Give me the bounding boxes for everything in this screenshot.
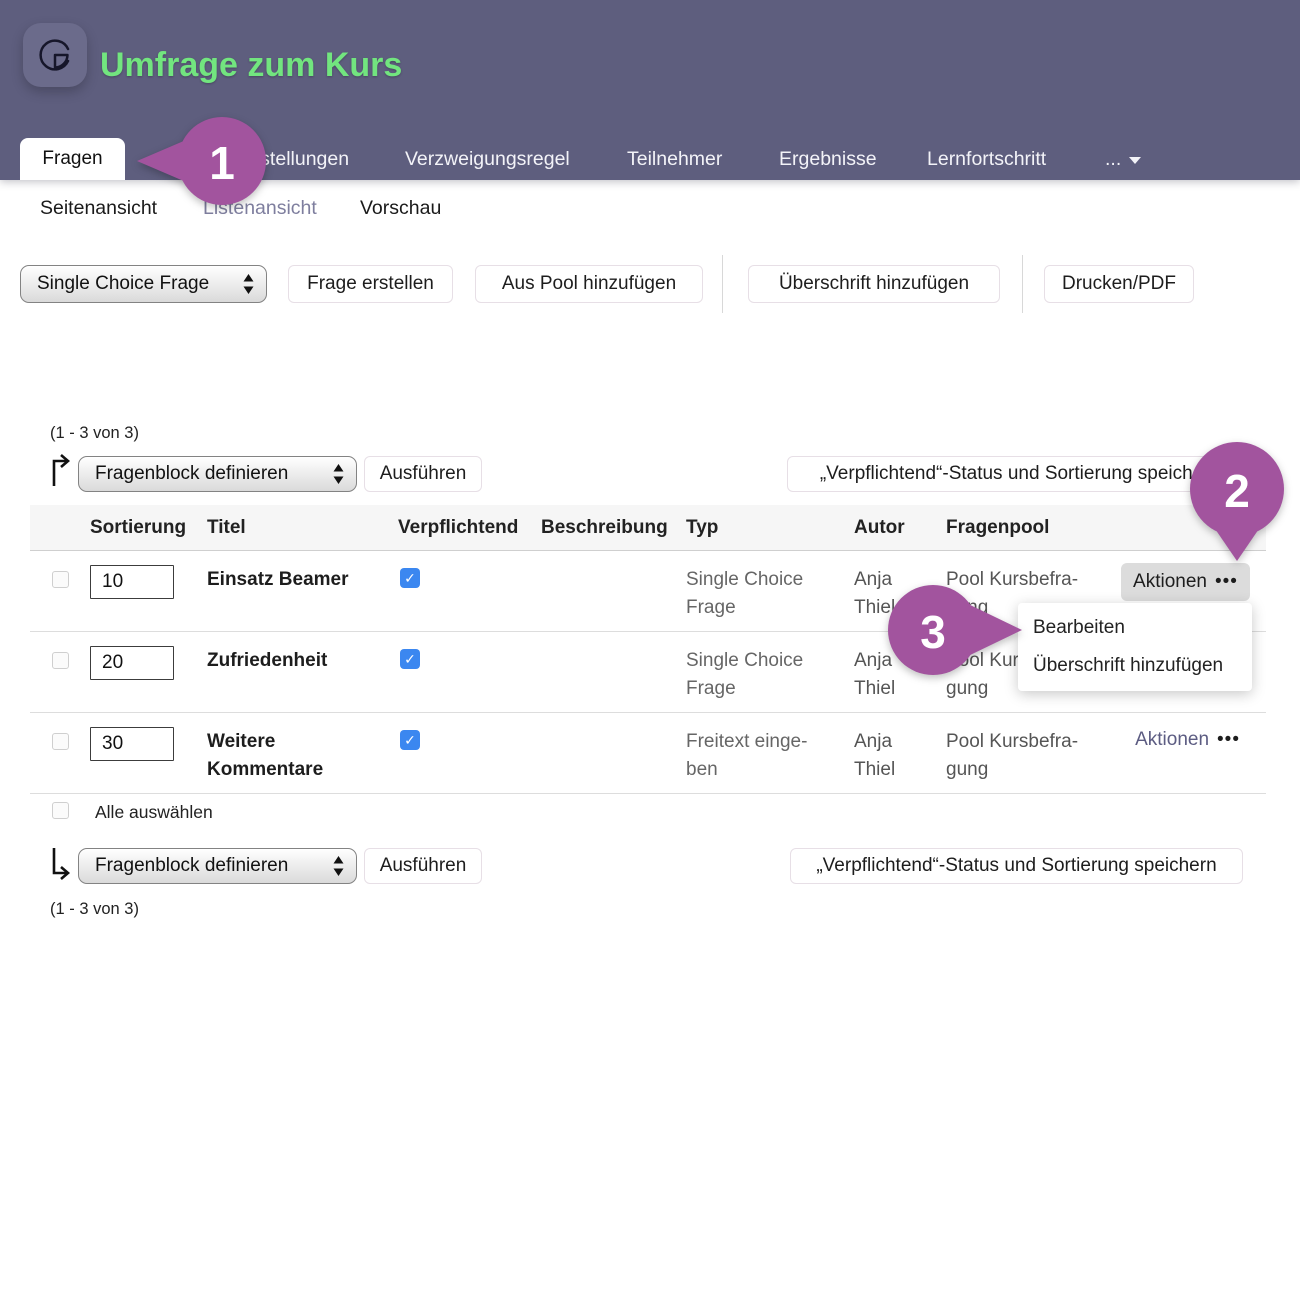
column-header-fragenpool: Fragenpool: [946, 517, 1121, 539]
add-heading-button[interactable]: Überschrift hinzufügen: [748, 265, 1000, 303]
actions-button-active[interactable]: Aktionen: [1121, 563, 1250, 601]
question-pool: Pool Kursbefra­gung: [946, 713, 1121, 784]
save-status-button-top[interactable]: „Verpflichtend“-Status und Sortierung sp…: [787, 456, 1253, 492]
toolbar-divider: [722, 255, 723, 313]
select-all-checkbox[interactable]: [52, 802, 69, 819]
tab-teilnehmer[interactable]: Teilnehmer: [627, 138, 722, 180]
select-arrows-icon: [333, 463, 344, 485]
column-header-typ: Typ: [686, 517, 854, 539]
svg-text:1: 1: [209, 137, 235, 189]
column-header-beschreibung: Beschreibung: [541, 517, 686, 539]
add-from-pool-button[interactable]: Aus Pool hinzufügen: [475, 265, 703, 303]
course-logo-icon: [32, 32, 78, 78]
tab-lernfortschritt[interactable]: Lernfortschritt: [927, 138, 1046, 180]
column-header-verpflichtend: Verpflichtend: [398, 517, 541, 539]
menu-item-ueberschrift-hinzufuegen[interactable]: Überschrift hinzufügen: [1018, 647, 1252, 685]
callout-3: 3: [886, 583, 1026, 679]
svg-text:2: 2: [1224, 465, 1250, 517]
column-header-sortierung: Sortierung: [84, 517, 207, 539]
save-status-button-bottom[interactable]: „Verpflichtend“-Status und Sortierung sp…: [790, 848, 1243, 884]
execute-button-top[interactable]: Ausführen: [364, 456, 482, 492]
actions-link[interactable]: Aktionen: [1135, 729, 1240, 751]
question-type-select[interactable]: Single Choice Frage: [20, 265, 267, 303]
ellipsis-icon: [1217, 729, 1240, 751]
batch-action-select-bottom[interactable]: Fragenblock definieren: [78, 848, 357, 884]
paging-info-top: (1 - 3 von 3): [50, 424, 139, 443]
batch-action-select-top[interactable]: Fragenblock definieren: [78, 456, 357, 492]
batch-arrow-down-icon: [48, 846, 74, 880]
question-title: Einsatz Beamer: [207, 551, 398, 594]
actions-context-menu: Bearbeiten Überschrift hinzufügen: [1018, 603, 1252, 691]
sort-input[interactable]: [90, 646, 174, 680]
mandatory-checkbox[interactable]: [400, 568, 420, 588]
app-logo: [23, 23, 87, 87]
ellipsis-icon: [1215, 571, 1238, 593]
print-pdf-button[interactable]: Drucken/PDF: [1044, 265, 1194, 303]
toolbar-divider: [1022, 255, 1023, 313]
select-arrows-icon: [333, 855, 344, 877]
row-select-checkbox[interactable]: [52, 652, 69, 669]
question-title: Zufriedenheit: [207, 632, 398, 675]
question-author: Anja Thiel: [854, 713, 946, 784]
menu-item-bearbeiten[interactable]: Bearbeiten: [1018, 609, 1252, 647]
question-type: Single Choice Frage: [686, 551, 854, 622]
execute-button-bottom[interactable]: Ausführen: [364, 848, 482, 884]
paging-info-bottom: (1 - 3 von 3): [50, 900, 139, 919]
question-type: Freitext einge­ben: [686, 713, 854, 784]
mandatory-checkbox[interactable]: [400, 730, 420, 750]
sort-input[interactable]: [90, 565, 174, 599]
row-select-checkbox[interactable]: [52, 571, 69, 588]
callout-1: 1: [130, 110, 270, 214]
tab-verzweigungsregel[interactable]: Verzweigungsregel: [405, 138, 570, 180]
chevron-down-icon: [1129, 157, 1141, 164]
tab-fragen[interactable]: Fragen: [20, 138, 125, 180]
row-select-checkbox[interactable]: [52, 733, 69, 750]
mandatory-checkbox[interactable]: [400, 649, 420, 669]
question-type: Single Choice Frage: [686, 632, 854, 703]
table-row: Weitere Kommen­tare Freitext einge­ben A…: [30, 713, 1266, 794]
column-header-titel: Titel: [207, 517, 398, 539]
sort-input[interactable]: [90, 727, 174, 761]
tab-more[interactable]: ...: [1105, 138, 1141, 180]
tab-ergebnisse[interactable]: Ergebnisse: [779, 138, 877, 180]
subtab-vorschau[interactable]: Vorschau: [360, 194, 441, 222]
svg-text:3: 3: [920, 606, 946, 658]
page-title: Umfrage zum Kurs: [100, 46, 402, 85]
batch-arrow-up-icon: [48, 454, 74, 488]
create-question-button[interactable]: Frage erstellen: [288, 265, 453, 303]
select-arrows-icon: [243, 273, 254, 295]
table-header-row: Sortierung Titel Verpflichtend Beschreib…: [30, 505, 1266, 551]
callout-2: 2: [1186, 438, 1290, 566]
question-title: Weitere Kommen­tare: [207, 713, 398, 784]
select-all-label: Alle auswählen: [95, 802, 213, 823]
column-header-autor: Autor: [854, 517, 946, 539]
